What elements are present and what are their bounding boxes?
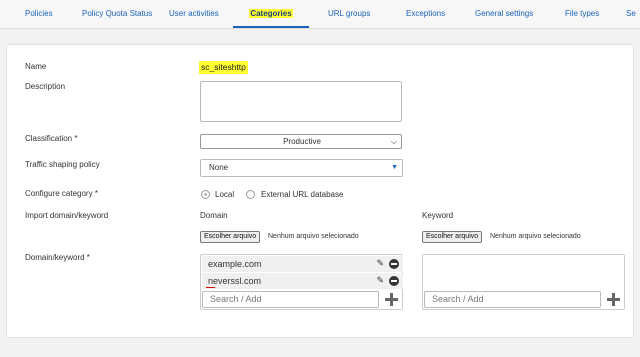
import-label: Import domain/keyword: [25, 211, 109, 220]
pencil-icon[interactable]: ✎: [376, 275, 384, 286]
list-item: example.com ✎: [202, 256, 403, 272]
chevron-down-icon: ⌵: [390, 137, 397, 146]
error-underline: [206, 287, 215, 288]
keyword-search-input[interactable]: Search / Add: [424, 291, 601, 308]
classification-value: Productive: [283, 137, 321, 146]
chevron-down-icon: ▼: [391, 164, 398, 171]
minus-circle-icon[interactable]: [389, 259, 399, 269]
domain-file-button[interactable]: Escolher arquivo: [200, 231, 261, 243]
radio-external-url-database[interactable]: [246, 190, 255, 199]
tab-policies[interactable]: Policies: [25, 0, 53, 28]
list-item-text: neverssl.com: [208, 276, 262, 286]
domain-list: example.com ✎ neverssl.com ✎ Search / Ad…: [200, 254, 403, 310]
description-textarea[interactable]: [200, 81, 402, 122]
minus-circle-icon[interactable]: [389, 276, 399, 286]
classification-select[interactable]: Productive ⌵: [200, 134, 402, 149]
tab-bar: Policies Policy Quota Status User activi…: [0, 0, 640, 29]
pencil-icon[interactable]: ✎: [376, 258, 384, 269]
classification-label: Classification *: [25, 134, 78, 143]
domain-heading: Domain: [200, 211, 228, 220]
tab-file-types[interactable]: File types: [565, 0, 599, 28]
list-item-text: example.com: [208, 259, 262, 269]
domain-search-input[interactable]: Search / Add: [202, 291, 379, 308]
keyword-list: Search / Add: [422, 254, 625, 310]
name-value[interactable]: sc_siteshttp: [199, 61, 248, 74]
traffic-shaping-value: None: [209, 163, 229, 172]
plus-icon[interactable]: [385, 293, 398, 306]
domain-file-status: Nenhum arquivo selecionado: [268, 233, 359, 240]
name-label: Name: [25, 62, 47, 71]
radio-external-label: External URL database: [261, 190, 344, 199]
tab-exceptions[interactable]: Exceptions: [406, 0, 445, 28]
tab-policy-quota-status[interactable]: Policy Quota Status: [82, 0, 152, 28]
tab-url-groups[interactable]: URL groups: [328, 0, 370, 28]
keyword-heading: Keyword: [422, 211, 454, 220]
tab-general-settings[interactable]: General settings: [475, 0, 533, 28]
traffic-shaping-label: Traffic shaping policy: [25, 160, 100, 169]
plus-icon[interactable]: [607, 293, 620, 306]
radio-local-label: Local: [215, 190, 235, 199]
domain-keyword-label: Domain/keyword *: [25, 253, 90, 262]
tab-categories-label: Categories: [249, 9, 293, 18]
tab-user-activities[interactable]: User activities: [169, 0, 219, 28]
keyword-file-button[interactable]: Escolher arquivo: [422, 231, 483, 243]
list-item: neverssl.com ✎: [202, 273, 403, 289]
traffic-shaping-select[interactable]: None ▼: [200, 159, 403, 177]
radio-local[interactable]: [201, 190, 210, 199]
keyword-file-status: Nenhum arquivo selecionado: [490, 233, 581, 240]
configure-category-label: Configure category *: [25, 189, 98, 198]
tab-categories[interactable]: Categories: [233, 0, 309, 28]
tab-se[interactable]: Se: [626, 0, 636, 28]
description-label: Description: [25, 82, 66, 91]
